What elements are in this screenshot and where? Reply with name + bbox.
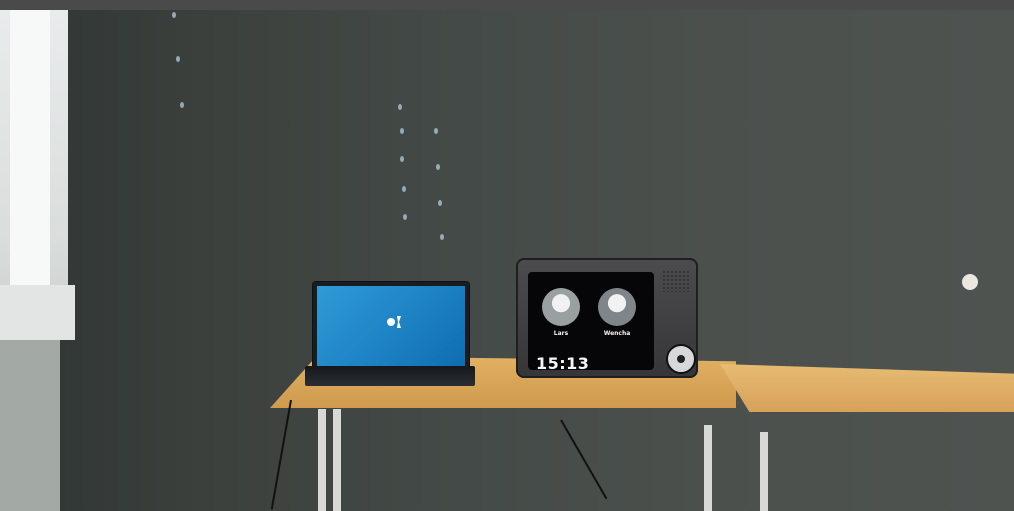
window-inner [10,10,50,290]
tablet-device: Lars Wencha 15:13 [516,258,698,378]
light-reflection [400,128,404,134]
light-reflection [440,234,444,240]
table-leg [704,425,712,511]
device-screen[interactable]: Lars Wencha 15:13 [528,272,654,373]
volume-knob[interactable] [666,344,696,374]
laptop-base [305,366,475,386]
top-bar [0,0,1014,10]
speaker-grille [662,270,690,292]
table-leg [760,432,768,511]
light-reflection [438,200,442,206]
app-logo-icon [387,316,401,328]
table-leg [318,409,326,511]
window-sill [0,285,75,340]
contact-name-wencha: Wencha [603,330,631,337]
light-reflection [400,156,404,162]
knob-center [677,355,685,363]
light-reflection [172,12,176,18]
laptop [305,282,475,392]
light-reflection [402,186,406,192]
contact-avatar-lars[interactable] [542,288,580,326]
wall-hook [962,274,978,290]
left-wall [0,340,60,511]
table-top-right [720,364,1014,412]
contact-name-lars: Lars [553,330,569,337]
light-reflection [180,102,184,108]
light-reflection [434,128,438,134]
laptop-screen[interactable] [313,282,469,370]
light-reflection [398,104,402,110]
table-leg [333,409,341,511]
light-reflection [176,56,180,62]
light-reflection [436,164,440,170]
light-reflection [403,214,407,220]
clock-time: 15:13 [536,354,590,373]
contact-avatar-wencha[interactable] [598,288,636,326]
